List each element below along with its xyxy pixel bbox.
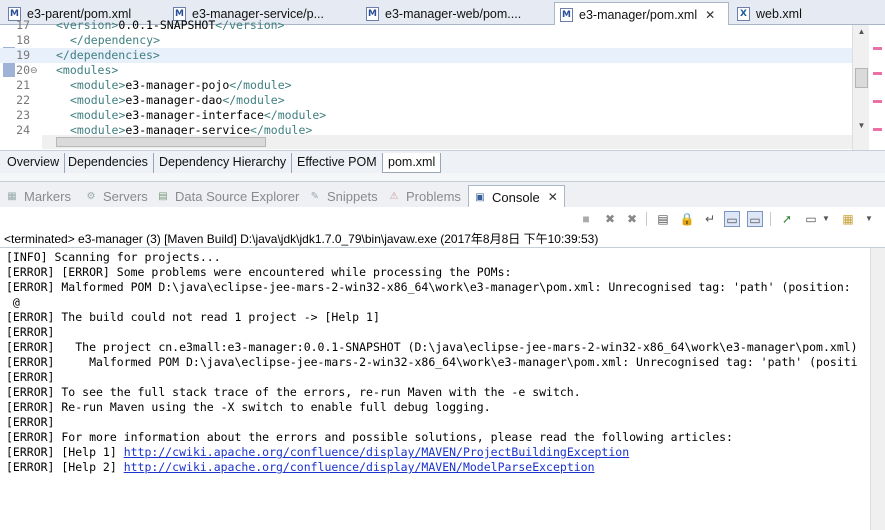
tab-markers[interactable]: ▦ Markers: [5, 185, 71, 207]
clear-console-icon[interactable]: ▤: [655, 211, 671, 227]
console-line: [ERROR] [ERROR] Some problems were encou…: [6, 265, 512, 279]
code-text: <module>e3-manager-pojo</module>: [70, 78, 292, 92]
console-line: [ERROR] Malformed POM D:\java\eclipse-je…: [6, 280, 851, 294]
tab-console[interactable]: ▣ Console ✕: [468, 185, 565, 208]
pin-console-icon[interactable]: ➚: [779, 211, 795, 227]
remove-all-terminated-icon[interactable]: ✖: [624, 211, 640, 227]
tab-label: Markers: [24, 188, 71, 204]
editor-horizontal-scrollbar[interactable]: [42, 135, 852, 149]
code-text: </dependencies>: [56, 48, 160, 62]
code-editor[interactable]: 17 <version>0.0.1-SNAPSHOT</version> 18 …: [0, 18, 885, 150]
overview-marker[interactable]: [873, 47, 882, 50]
tab-label: Snippets: [327, 188, 378, 204]
data-source-explorer-icon: ▤: [158, 190, 168, 202]
console-output[interactable]: [INFO] Scanning for projects... [ERROR] …: [0, 248, 870, 530]
console-line: [ERROR] To see the full stack trace of t…: [6, 385, 581, 399]
scroll-lock-icon[interactable]: 🔒: [679, 211, 695, 227]
word-wrap-icon[interactable]: ↵: [702, 211, 718, 227]
overview-marker[interactable]: [873, 72, 882, 75]
overview-marker[interactable]: [873, 100, 882, 103]
console-line: [ERROR] The build could not read 1 proje…: [6, 310, 380, 324]
tab-snippets[interactable]: ✎ Snippets: [308, 185, 378, 207]
code-text: <version>0.0.1-SNAPSHOT</version>: [56, 18, 285, 32]
tab-dependency-hierarchy[interactable]: Dependency Hierarchy: [154, 153, 293, 173]
console-line: [ERROR] Malformed POM D:\java\eclipse-je…: [6, 355, 858, 369]
tab-problems[interactable]: ⚠ Problems: [387, 185, 461, 207]
tab-label: Data Source Explorer: [175, 188, 300, 204]
console-line: [ERROR] Re-run Maven using the -X switch…: [6, 400, 491, 414]
tab-label: Problems: [406, 188, 461, 204]
toolbar-separator: [770, 212, 771, 226]
tab-pom-xml[interactable]: pom.xml: [382, 153, 442, 173]
console-line: [ERROR]: [6, 325, 55, 339]
console-line: [ERROR] [Help 2] http://cwiki.apache.org…: [6, 460, 595, 474]
show-console-on-stderr-icon[interactable]: ▭: [747, 211, 763, 227]
scroll-down-icon[interactable]: ▼: [855, 121, 868, 134]
show-console-on-stdout-icon[interactable]: ▭: [724, 211, 740, 227]
horizontal-scroll-thumb[interactable]: [56, 137, 266, 147]
console-line: [ERROR]: [6, 370, 55, 384]
code-text: <module>e3-manager-interface</module>: [70, 108, 327, 122]
console-line: [ERROR] The project cn.e3mall:e3-manager…: [6, 340, 858, 354]
help-link-model-parse-exception[interactable]: http://cwiki.apache.org/confluence/displ…: [124, 460, 595, 474]
code-line: 17 <version>0.0.1-SNAPSHOT</version>: [0, 18, 852, 33]
tab-label: Console: [492, 189, 540, 205]
code-text: <modules>: [56, 63, 119, 77]
overview-ruler[interactable]: [870, 25, 885, 150]
console-process-status: <terminated> e3-manager (3) [Maven Build…: [4, 232, 599, 246]
servers-icon: ⚙: [86, 190, 96, 202]
remove-launch-icon[interactable]: ✖: [602, 211, 618, 227]
console-icon: ▣: [475, 191, 485, 203]
open-console-icon[interactable]: ▦: [840, 211, 856, 227]
code-line: 22 <module>e3-manager-dao</module>: [0, 93, 852, 108]
tab-dependencies[interactable]: Dependencies: [63, 153, 154, 173]
console-line: [ERROR] [Help 1] http://cwiki.apache.org…: [6, 445, 630, 459]
tab-data-source-explorer[interactable]: ▤ Data Source Explorer: [156, 185, 299, 207]
console-line: [INFO] Scanning for projects...: [6, 250, 221, 264]
terminate-icon[interactable]: ■: [578, 211, 594, 227]
console-line: @: [6, 295, 20, 309]
code-line: 23 <module>e3-manager-interface</module>: [0, 108, 852, 123]
overview-marker[interactable]: [873, 128, 882, 131]
markers-icon: ▦: [7, 190, 17, 202]
console-line: [ERROR] For more information about the e…: [6, 430, 733, 444]
vertical-scroll-thumb[interactable]: [855, 68, 868, 88]
view-menu-icon[interactable]: ▼: [861, 211, 877, 227]
line-number: 23: [16, 108, 30, 122]
display-selected-console-icon[interactable]: ▭: [803, 211, 819, 227]
line-number: 22: [16, 93, 30, 107]
console-toolbar: ■ ✖ ✖ ▤ 🔒 ↵ ▭ ▭ ➚ ▭ ▼ ▦ ▼: [0, 207, 885, 232]
panel-splitter[interactable]: [0, 173, 885, 181]
line-number: 17: [16, 18, 30, 32]
line-number: 19: [16, 48, 30, 62]
pom-editor-tabs: Overview Dependencies Dependency Hierarc…: [0, 150, 885, 173]
snippets-icon: ✎: [310, 190, 320, 202]
help-link-project-building-exception[interactable]: http://cwiki.apache.org/confluence/displ…: [124, 445, 629, 459]
editor-vertical-scrollbar[interactable]: ▲ ▼: [852, 25, 869, 150]
close-tab-icon[interactable]: ✕: [548, 190, 558, 204]
code-text: </dependency>: [70, 33, 161, 47]
current-code-line: 19 </dependencies>: [0, 48, 852, 63]
line-number: 20: [16, 63, 30, 77]
line-number: 24: [16, 123, 30, 137]
fold-collapse-icon[interactable]: ⊖: [30, 64, 38, 79]
tab-overview[interactable]: Overview: [2, 153, 66, 173]
tab-effective-pom[interactable]: Effective POM: [292, 153, 383, 173]
problems-icon: ⚠: [389, 190, 399, 202]
line-number: 18: [16, 33, 30, 47]
console-vertical-scrollbar[interactable]: [870, 248, 885, 530]
line-number: 21: [16, 78, 30, 92]
code-text: <module>e3-manager-dao</module>: [70, 93, 285, 107]
tab-label: Servers: [103, 188, 148, 204]
code-line: 21 <module>e3-manager-pojo</module>: [0, 78, 852, 93]
console-line: [ERROR]: [6, 415, 55, 429]
code-line: 20 ⊖ <modules>: [0, 63, 852, 78]
panel-tab-bar: ▦ Markers ⚙ Servers ▤ Data Source Explor…: [0, 181, 885, 208]
scroll-up-icon[interactable]: ▲: [855, 27, 868, 40]
code-line: 18 </dependency>: [0, 33, 852, 48]
chevron-down-icon[interactable]: ▼: [818, 211, 834, 227]
toolbar-separator: [646, 212, 647, 226]
tab-servers[interactable]: ⚙ Servers: [84, 185, 148, 207]
